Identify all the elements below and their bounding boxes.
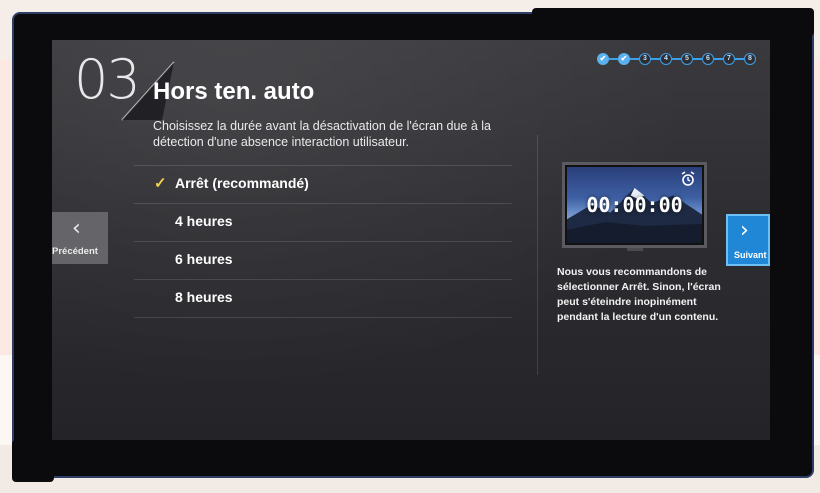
progress-steps: ✔ ✔ 3 4 5 6 7 8: [597, 52, 756, 66]
screen-preview: 00:00:00: [562, 162, 707, 248]
step-dot-6: 6: [702, 53, 714, 65]
option-4-hours[interactable]: 4 heures: [134, 203, 512, 241]
next-button[interactable]: › Suivant: [726, 214, 770, 266]
preview-time: 00:00:00: [586, 193, 683, 217]
step-dot-3: 3: [639, 53, 651, 65]
panel-divider: [537, 135, 538, 375]
option-label: 4 heures: [175, 213, 233, 229]
step-link: [735, 58, 744, 60]
option-8-hours[interactable]: 8 heures: [134, 279, 512, 318]
check-icon: ✓: [154, 175, 167, 192]
page-subtitle: Choisissez la durée avant la désactivati…: [153, 119, 492, 149]
option-label: 8 heures: [175, 289, 233, 305]
step-dot-5: 5: [681, 53, 693, 65]
preview-stand: [627, 248, 643, 251]
monitor-bezel-corner: [12, 440, 54, 482]
option-label: Arrêt (recommandé): [175, 175, 309, 191]
step-dot-8: 8: [744, 53, 756, 65]
step-link: [693, 58, 702, 60]
step-link: [714, 58, 723, 60]
recommendation-text: Nous vous recommandons de sélectionner A…: [557, 266, 721, 323]
alarm-clock-icon: [681, 171, 695, 186]
previous-label: Précédent: [52, 246, 98, 257]
option-list: ✓ Arrêt (recommandé) 4 heures 6 heures 8…: [134, 165, 512, 318]
monitor-bezel-top: [532, 8, 814, 36]
chevron-left-icon: ‹: [72, 216, 81, 241]
step-dot-4: 4: [660, 53, 672, 65]
next-label: Suivant: [734, 250, 767, 260]
step-dot-7: 7: [723, 53, 735, 65]
previous-button[interactable]: ‹ Précédent: [52, 212, 108, 264]
step-link: [672, 58, 681, 60]
option-label: 6 heures: [175, 251, 233, 267]
step-link: [609, 58, 618, 60]
step-link: [630, 58, 639, 60]
option-off[interactable]: ✓ Arrêt (recommandé): [134, 165, 512, 203]
step-link: [651, 58, 660, 60]
preview-image: 00:00:00: [567, 167, 702, 243]
step-dot-1: ✔: [597, 53, 609, 65]
option-6-hours[interactable]: 6 heures: [134, 241, 512, 279]
chevron-right-icon: ›: [740, 218, 749, 243]
step-dot-2: ✔: [618, 53, 630, 65]
setup-screen: 03 Hors ten. auto Choisissez la durée av…: [52, 40, 770, 440]
page-title: Hors ten. auto: [153, 78, 315, 105]
